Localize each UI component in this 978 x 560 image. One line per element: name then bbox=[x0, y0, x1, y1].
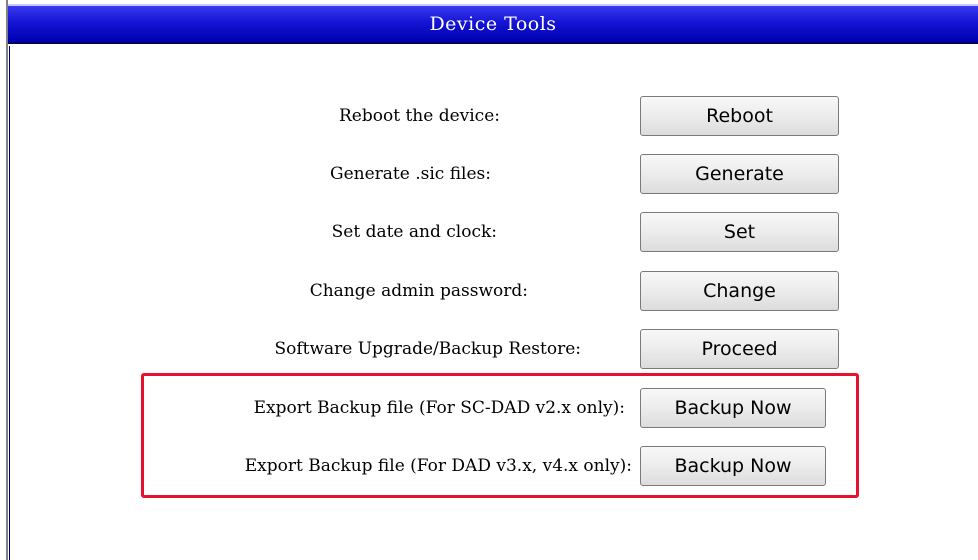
set-date-label: Set date and clock: bbox=[331, 222, 497, 242]
tool-row-change-password: Change admin password: Change bbox=[0, 271, 978, 311]
change-password-button[interactable]: Change bbox=[640, 271, 839, 311]
change-password-label: Change admin password: bbox=[309, 281, 528, 301]
export-backup-v3-label: Export Backup file (For DAD v3.x, v4.x o… bbox=[244, 456, 632, 476]
export-backup-v2-label: Export Backup file (For SC-DAD v2.x only… bbox=[253, 398, 625, 418]
device-tools-page: Device Tools Reboot the device: Reboot G… bbox=[0, 0, 978, 560]
tool-row-generate: Generate .sic files: Generate bbox=[0, 154, 978, 194]
software-upgrade-label: Software Upgrade/Backup Restore: bbox=[274, 339, 581, 359]
reboot-button[interactable]: Reboot bbox=[640, 96, 839, 136]
proceed-button[interactable]: Proceed bbox=[640, 329, 839, 369]
tool-row-export-backup-v3: Export Backup file (For DAD v3.x, v4.x o… bbox=[0, 446, 978, 486]
set-date-button[interactable]: Set bbox=[640, 212, 839, 252]
tool-row-set-date: Set date and clock: Set bbox=[0, 212, 978, 252]
backup-now-v3-button[interactable]: Backup Now bbox=[640, 446, 826, 486]
backup-now-v2-button[interactable]: Backup Now bbox=[640, 388, 826, 428]
tool-row-export-backup-v2: Export Backup file (For SC-DAD v2.x only… bbox=[0, 388, 978, 428]
tool-row-reboot: Reboot the device: Reboot bbox=[0, 96, 978, 136]
page-title: Device Tools bbox=[429, 13, 557, 35]
panel-titlebar: Device Tools bbox=[8, 4, 978, 44]
tool-row-software-upgrade: Software Upgrade/Backup Restore: Proceed bbox=[0, 329, 978, 369]
generate-label: Generate .sic files: bbox=[330, 164, 491, 184]
generate-button[interactable]: Generate bbox=[640, 154, 839, 194]
reboot-label: Reboot the device: bbox=[339, 106, 500, 126]
